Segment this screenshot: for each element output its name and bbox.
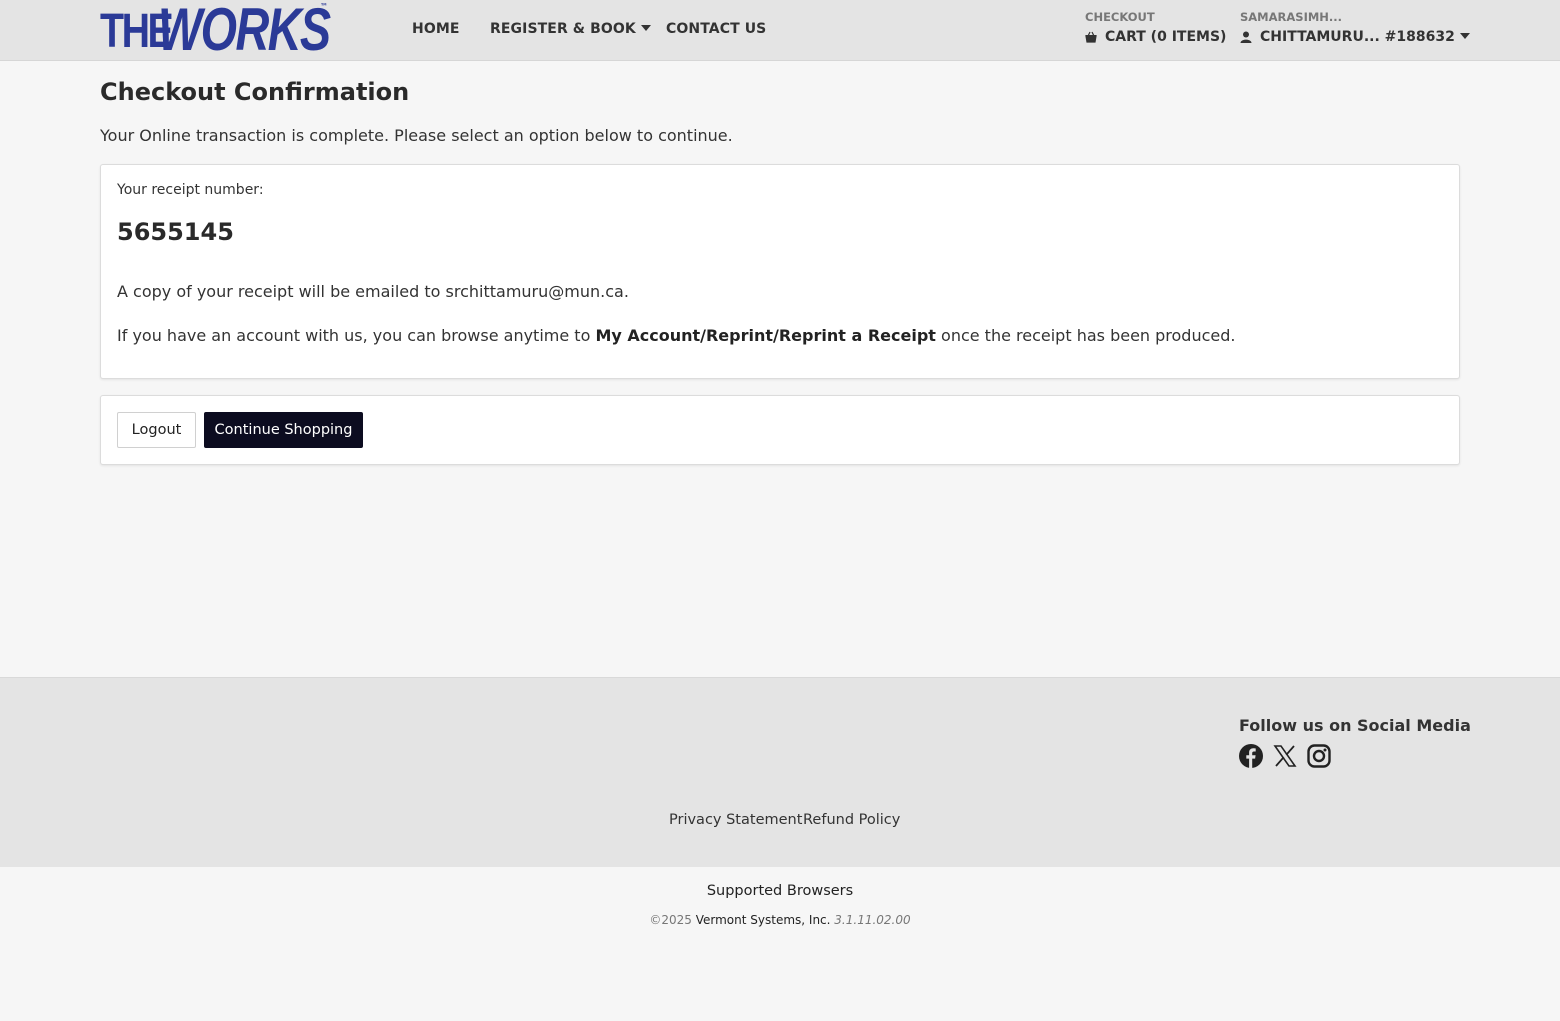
caret-down-icon: [640, 25, 651, 31]
x-icon[interactable]: [1273, 744, 1297, 768]
checkout-label[interactable]: CHECKOUT: [1085, 10, 1155, 24]
user-menu[interactable]: CHITTAMURU... #188632: [1240, 29, 1470, 45]
nav-home[interactable]: HOME: [412, 21, 460, 37]
account-reprint-suffix: once the receipt has been produced.: [935, 326, 1236, 345]
page-title: Checkout Confirmation: [100, 78, 410, 106]
nav-register-book-label: REGISTER & BOOK: [490, 21, 636, 37]
basket-icon: [1085, 31, 1097, 43]
receipt-email-message: A copy of your receipt will be emailed t…: [117, 282, 629, 301]
receipt-label: Your receipt number:: [117, 182, 264, 198]
version-number: 3.1.11.02.00: [834, 913, 911, 927]
cart-link[interactable]: CART (0 ITEMS): [1085, 29, 1226, 45]
receipt-card: Your receipt number: 5655145 A copy of y…: [100, 164, 1460, 379]
user-icon: [1240, 31, 1252, 43]
nav-contact-us[interactable]: CONTACT US: [666, 21, 766, 37]
top-navigation: THE WORKS ™ HOME REGISTER & BOOK CONTACT…: [0, 0, 1560, 61]
footer: Follow us on Social Media Privacy Statem…: [0, 677, 1560, 867]
nav-register-book[interactable]: REGISTER & BOOK: [490, 21, 651, 37]
account-reprint-message: If you have an account with us, you can …: [117, 326, 1235, 345]
caret-down-icon: [1459, 33, 1470, 39]
follow-social-heading: Follow us on Social Media: [1239, 716, 1471, 735]
cart-label: CART (0 ITEMS): [1105, 29, 1227, 45]
continue-shopping-button[interactable]: Continue Shopping: [204, 412, 363, 448]
instagram-icon[interactable]: [1307, 744, 1331, 768]
copyright-year: ©2025: [649, 913, 692, 927]
privacy-statement-link[interactable]: Privacy Statement: [669, 812, 802, 828]
refund-policy-link[interactable]: Refund Policy: [803, 812, 900, 828]
logo-trademark: ™: [320, 2, 328, 11]
logout-button[interactable]: Logout: [117, 412, 196, 448]
user-name: CHITTAMURU... #188632: [1260, 29, 1455, 45]
user-first-name[interactable]: SAMARASIMH...: [1240, 10, 1342, 24]
logo-works: WORKS: [158, 0, 331, 63]
supported-browsers-link[interactable]: Supported Browsers: [0, 883, 1560, 899]
company-name: Vermont Systems, Inc.: [695, 913, 831, 927]
copyright-line: ©2025 Vermont Systems, Inc. 3.1.11.02.00: [0, 913, 1560, 927]
account-reprint-prefix: If you have an account with us, you can …: [117, 326, 596, 345]
actions-card: Logout Continue Shopping: [100, 395, 1460, 465]
account-reprint-path: My Account/Reprint/Reprint a Receipt: [595, 326, 936, 345]
receipt-number: 5655145: [117, 218, 234, 246]
transaction-complete-message: Your Online transaction is complete. Ple…: [100, 126, 733, 145]
facebook-icon[interactable]: [1239, 744, 1263, 768]
